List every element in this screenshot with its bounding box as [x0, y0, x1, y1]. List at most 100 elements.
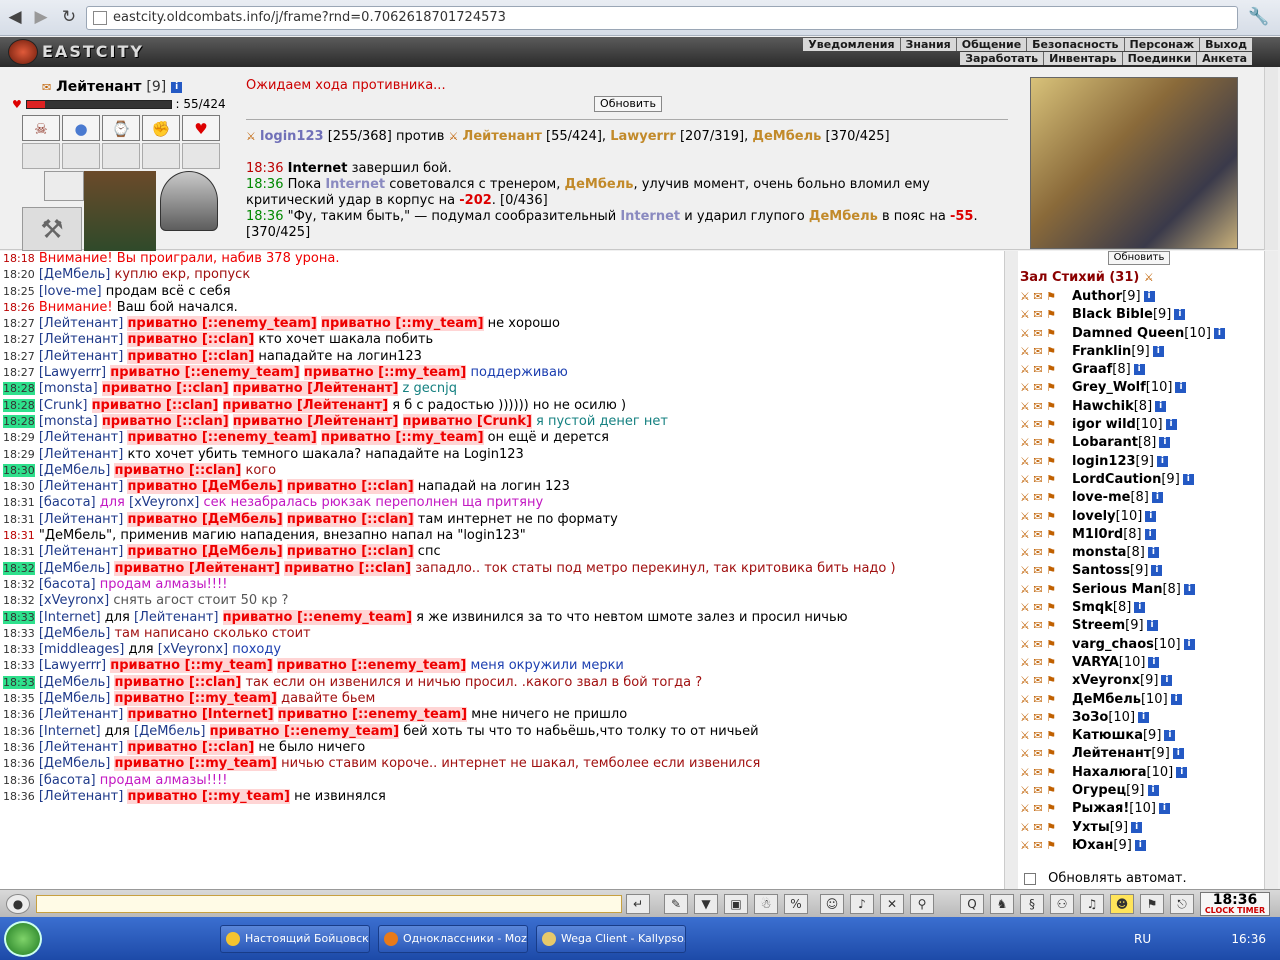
private-tag[interactable]: приватно [::my_team] [321, 316, 484, 332]
chat-nick[interactable]: [Лейтенант] [39, 789, 128, 804]
private-tag[interactable]: приватно [::my_team] [127, 788, 290, 804]
info-icon[interactable]: i [1175, 382, 1187, 394]
chat-nick[interactable]: [ДеМбель] [39, 675, 115, 690]
private-tag[interactable]: приватно [::clan] [114, 674, 242, 690]
chat-nick[interactable]: [Лейтенант] [134, 610, 223, 625]
user-badges-icon[interactable]: ⚔ ✉ ⚑ [1020, 361, 1072, 379]
private-tag[interactable]: приватно [::enemy_team] [222, 609, 413, 625]
private-tag[interactable]: приватно [ДеМбель] [127, 511, 283, 527]
user-badges-icon[interactable]: ⚔ ✉ ⚑ [1020, 745, 1072, 763]
user-nick[interactable]: Катюшка [1072, 728, 1143, 743]
user-nick[interactable]: ДеМбель [1072, 692, 1141, 707]
private-tag[interactable]: приватно [::clan] [114, 462, 242, 478]
chat-nick[interactable]: [Лейтенант] [39, 430, 128, 445]
chat-nick[interactable]: [Лейтенант] [39, 332, 128, 347]
private-tag[interactable]: приватно [::clan] [91, 397, 219, 413]
user-badges-icon[interactable]: ⚔ ✉ ⚑ [1020, 581, 1072, 599]
buff-slot-3[interactable]: ⌚ [102, 115, 140, 141]
walk-icon[interactable]: ☃ [754, 894, 778, 914]
chat-nick[interactable]: [middleages] [39, 642, 125, 657]
user-nick[interactable]: Огурец [1072, 783, 1126, 798]
user-nick[interactable]: Рыжая! [1072, 801, 1129, 816]
private-tag[interactable]: приватно [::my_team] [303, 365, 467, 381]
user-badges-icon[interactable]: ⚔ ✉ ⚑ [1020, 599, 1072, 617]
task-chrome[interactable]: Настоящий Бойцовск... [220, 925, 370, 953]
info-icon[interactable]: i [1161, 675, 1173, 687]
chat-time[interactable]: 18:32 [3, 561, 35, 575]
chat-time[interactable]: 18:33 [3, 675, 35, 689]
chat-scrollbar[interactable] [1004, 251, 1018, 889]
private-tag[interactable]: приватно [Лейтенант] [232, 381, 399, 397]
user-nick[interactable]: Нахалюга [1072, 765, 1147, 780]
search-chat-icon[interactable]: ⚲ [910, 894, 934, 914]
chat-nick[interactable]: [Lawyerrr] [39, 658, 110, 673]
battle-panel-scrollbar[interactable] [1264, 67, 1278, 250]
chat-nick[interactable]: [ДеМбель] [39, 561, 115, 576]
user-nick[interactable]: login123 [1072, 454, 1136, 469]
back-icon[interactable]: ◀ [4, 6, 26, 28]
checkbox[interactable] [1024, 872, 1036, 885]
menu-item[interactable]: Знания [900, 38, 957, 51]
language-indicator[interactable]: RU [1134, 925, 1151, 953]
percent-icon[interactable]: % [784, 894, 808, 914]
user-badges-icon[interactable]: ⚔ ✉ ⚑ [1020, 709, 1072, 727]
task-firefox[interactable]: Одноклассники - Moz... [378, 925, 528, 953]
menu-item[interactable]: Заработать [960, 52, 1045, 65]
mute-icon[interactable]: ✕ [880, 894, 904, 914]
scroll-icon[interactable]: § [1020, 894, 1044, 914]
flag-icon[interactable]: ⚑ [1140, 894, 1164, 914]
private-tag[interactable]: приватно [Лейтенант] [222, 397, 389, 413]
info-icon[interactable]: i [1143, 291, 1155, 302]
private-tag[interactable]: приватно [::my_team] [114, 756, 278, 772]
user-badges-icon[interactable]: ⚔ ✉ ⚑ [1020, 562, 1072, 580]
info-icon[interactable]: i [1144, 528, 1156, 540]
private-tag[interactable]: приватно [::clan] [286, 511, 414, 527]
fighter-leitenant[interactable]: Лейтенант [463, 129, 542, 144]
info-icon[interactable]: i [1183, 583, 1195, 595]
fighter-lawyerrr[interactable]: Lawyerrr [610, 129, 676, 144]
eastcity-logo[interactable]: EASTCITY [8, 39, 142, 65]
user-nick[interactable]: M1l0rd [1072, 527, 1123, 542]
user-badges-icon[interactable]: ⚔ ✉ ⚑ [1020, 489, 1072, 507]
user-badges-icon[interactable]: ⚔ ✉ ⚑ [1020, 508, 1072, 526]
user-nick[interactable]: Author [1072, 289, 1122, 304]
private-tag[interactable]: приватно [::clan] [286, 544, 414, 560]
user-badges-icon[interactable]: ⚔ ✉ ⚑ [1020, 764, 1072, 782]
user-badges-icon[interactable]: ⚔ ✉ ⚑ [1020, 617, 1072, 635]
chat-time[interactable]: 18:31 [3, 529, 35, 542]
chat-nick[interactable]: [monsta] [39, 381, 102, 396]
info-icon[interactable]: i [1176, 766, 1188, 778]
info-icon[interactable]: i [1158, 803, 1170, 815]
chat-time[interactable]: 18:36 [3, 774, 35, 787]
info-icon[interactable]: i [171, 81, 183, 93]
eraser-icon[interactable]: ✎ [664, 894, 688, 914]
private-tag[interactable]: приватно [::enemy_team] [276, 658, 467, 674]
character-avatar[interactable] [84, 171, 156, 251]
chat-input[interactable] [36, 895, 622, 913]
info-icon[interactable]: i [1133, 364, 1145, 376]
info-icon[interactable]: i [1134, 839, 1146, 851]
user-badges-icon[interactable]: ⚔ ✉ ⚑ [1020, 343, 1072, 361]
user-badges-icon[interactable]: ⚔ ✉ ⚑ [1020, 800, 1072, 818]
info-icon[interactable]: i [1151, 492, 1163, 504]
chat-nick[interactable]: [Лейтенант] [39, 349, 128, 364]
smiley-icon[interactable]: ☺ [820, 894, 844, 914]
info-icon[interactable]: i [1164, 730, 1176, 742]
info-icon[interactable]: i [1152, 345, 1164, 357]
private-tag[interactable]: приватно [::clan] [127, 348, 255, 364]
chat-time[interactable]: 18:30 [3, 463, 35, 477]
user-nick[interactable]: Ухты [1072, 820, 1110, 835]
people-icon[interactable]: ⚇ [1050, 894, 1074, 914]
chat-time[interactable]: 18:27 [3, 366, 35, 379]
chat-nick[interactable]: [басота] [39, 577, 96, 592]
save-icon[interactable]: ▣ [724, 894, 748, 914]
user-badges-icon[interactable]: ⚔ ✉ ⚑ [1020, 782, 1072, 800]
chat-nick[interactable]: [Internet] [39, 610, 101, 625]
user-badges-icon[interactable]: ⚔ ✉ ⚑ [1020, 379, 1072, 397]
chat-nick[interactable]: [Crunk] [39, 398, 92, 413]
user-badges-icon[interactable]: ⚔ ✉ ⚑ [1020, 434, 1072, 452]
private-tag[interactable]: приватно [::enemy_team] [110, 365, 300, 381]
info-icon[interactable]: i [1145, 510, 1157, 522]
chat-time[interactable]: 18:31 [3, 545, 35, 558]
start-button[interactable] [4, 921, 42, 957]
